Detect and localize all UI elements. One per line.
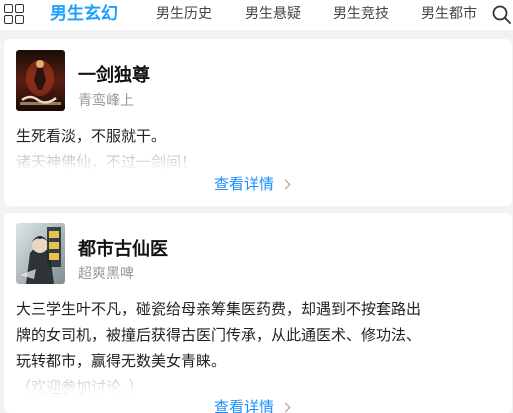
book-cover[interactable] <box>16 223 65 284</box>
view-details-label: 查看详情 <box>214 175 275 193</box>
chevron-right-icon <box>280 179 291 190</box>
tab-male-urban[interactable]: 男生都市 <box>421 0 477 30</box>
description-fade <box>4 379 512 393</box>
book-card[interactable]: 一剑独尊 青鸾峰上 生死看淡，不服就干。 诸天神佛仙，不过一剑间！ 查看详情 <box>4 39 512 206</box>
category-tab-bar: 男生玄幻 男生历史 男生悬疑 男生竞技 男生都市 <box>0 0 513 30</box>
grid-icon[interactable] <box>4 4 24 24</box>
book-cover[interactable] <box>16 50 65 111</box>
description-line: 牌的女司机，被撞后获得古医门传承，从此通医术、修功法、 <box>16 326 422 344</box>
description-line: 玩转都市，赢得无数美女青睐。 <box>16 352 227 370</box>
description-fade <box>4 157 512 171</box>
tab-male-mystery[interactable]: 男生悬疑 <box>245 0 301 30</box>
book-author: 超爽黑啤 <box>78 266 134 282</box>
description-line: 生死看淡，不服就干。 <box>16 127 167 145</box>
tab-male-fantasy[interactable]: 男生玄幻 <box>50 0 118 30</box>
tab-male-competitive[interactable]: 男生竞技 <box>333 0 389 30</box>
book-card[interactable]: 都市古仙医 超爽黑啤 大三学生叶不凡，碰瓷给母亲筹集医药费，却遇到不按套路出 牌… <box>4 213 512 413</box>
view-details-link[interactable]: 查看详情 <box>214 173 291 194</box>
book-title[interactable]: 一剑独尊 <box>78 61 150 87</box>
view-details-label: 查看详情 <box>214 398 275 413</box>
tab-male-history[interactable]: 男生历史 <box>156 0 212 30</box>
book-author: 青鸾峰上 <box>78 93 134 109</box>
chevron-right-icon <box>280 402 291 413</box>
search-icon[interactable] <box>491 4 513 26</box>
description-line: 大三学生叶不凡，碰瓷给母亲筹集医药费，却遇到不按套路出 <box>16 300 422 318</box>
book-title[interactable]: 都市古仙医 <box>78 235 168 261</box>
